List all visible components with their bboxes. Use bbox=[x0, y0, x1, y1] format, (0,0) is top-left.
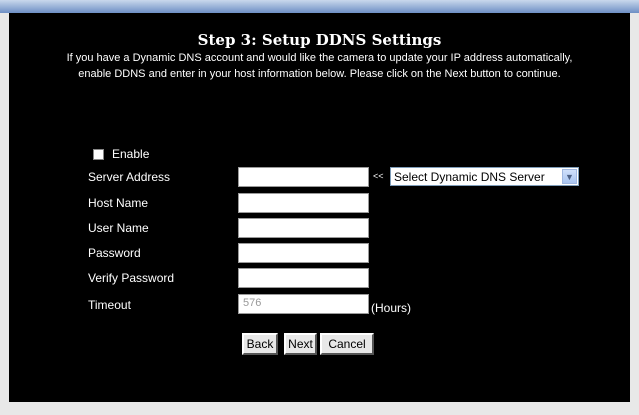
timeout-unit: (Hours) bbox=[371, 301, 412, 315]
enable-checkbox[interactable] bbox=[93, 148, 104, 160]
timeout-input[interactable]: 576 bbox=[238, 294, 369, 314]
host-name-input[interactable] bbox=[238, 193, 369, 213]
ddns-setup-panel: Step 3: Setup DDNS Settings If you have … bbox=[9, 13, 630, 402]
select-arrows: << bbox=[373, 171, 384, 181]
server-address-label: Server Address bbox=[88, 170, 171, 184]
host-name-label: Host Name bbox=[88, 196, 149, 210]
enable-row: Enable bbox=[93, 147, 149, 161]
user-name-input[interactable] bbox=[238, 218, 369, 238]
verify-password-label: Verify Password bbox=[88, 271, 175, 285]
next-button[interactable]: Next bbox=[284, 333, 317, 355]
description-line-2: enable DDNS and enter in your host infor… bbox=[78, 68, 561, 80]
chevron-down-icon[interactable]: ▼ bbox=[562, 169, 577, 184]
verify-password-input[interactable] bbox=[238, 268, 369, 288]
enable-label: Enable bbox=[112, 147, 150, 161]
dynamic-dns-server-select[interactable]: Select Dynamic DNS Server ▼ bbox=[390, 167, 579, 186]
dynamic-dns-server-select-value: Select Dynamic DNS Server bbox=[394, 169, 545, 184]
cancel-button[interactable]: Cancel bbox=[320, 333, 374, 355]
page-description: If you have a Dynamic DNS account and wo… bbox=[9, 50, 630, 82]
password-label: Password bbox=[88, 246, 141, 260]
password-input[interactable] bbox=[238, 243, 369, 263]
user-name-label: User Name bbox=[88, 221, 149, 235]
timeout-label: Timeout bbox=[88, 298, 131, 312]
server-address-input[interactable] bbox=[238, 167, 369, 187]
description-line-1: If you have a Dynamic DNS account and wo… bbox=[66, 52, 573, 64]
top-bar bbox=[0, 0, 639, 13]
page-title: Step 3: Setup DDNS Settings bbox=[197, 31, 442, 49]
back-button[interactable]: Back bbox=[242, 333, 278, 355]
